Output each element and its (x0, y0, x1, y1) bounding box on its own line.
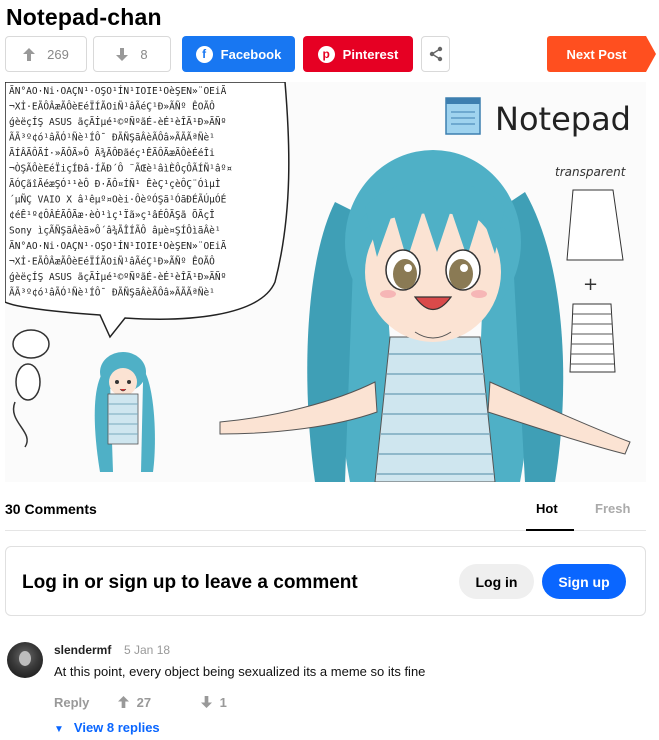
share-icon (429, 46, 442, 62)
comment-upvote-button[interactable]: 27 (118, 695, 151, 710)
reply-button[interactable]: Reply (54, 695, 89, 710)
transparent-label: transparent (555, 165, 627, 179)
speech-line: ÃÃ³º¢ó¹âÃÓ¹Ñè¹ÍÔ¯ ÐÃÑŞãÂèÃÔâ»ÃÃÃªÑè¹ (9, 132, 215, 144)
notepad-icon (445, 97, 481, 135)
speech-line: ÃN°AO·Ni·OAÇN¹·OŞO¹ÍN¹IOIE¹OèŞEN»¨OEiÃ (9, 240, 227, 252)
active-tab-indicator (526, 529, 574, 531)
next-post-button[interactable]: Next Post (547, 36, 656, 72)
facebook-share-button[interactable]: f Facebook (182, 36, 295, 72)
speech-line: ÃÃ³º¢ó¹âÃÓ¹Ñè¹ÍÔ¯ ÐÃÑŞãÂèÃÔâ»ÃÃÃªÑè¹ (9, 287, 215, 299)
comment-date: 5 Jan 18 (124, 643, 171, 657)
chevron-down-icon: ▼ (54, 724, 64, 735)
arrow-down-icon (201, 696, 212, 708)
login-prompt-box: Log in or sign up to leave a comment Log… (5, 546, 646, 616)
share-button[interactable] (421, 36, 450, 72)
facebook-icon: f (195, 45, 213, 63)
comment-downvote-button[interactable]: 1 (201, 695, 227, 710)
downvote-button[interactable]: 8 (93, 36, 171, 72)
upvote-count: 269 (47, 46, 69, 62)
login-prompt-text: Log in or sign up to leave a comment (22, 572, 358, 593)
arrow-up-icon (23, 47, 36, 61)
pinterest-share-button[interactable]: p Pinterest (303, 36, 413, 72)
login-button[interactable]: Log in (459, 564, 534, 599)
pinterest-icon: p (317, 45, 335, 63)
speech-line: ǵèëçÍŞ ASUS ãçÃİµé¹©ºÑºãÉ-èÉ¹èÎÃ¹Ð»ÃÑº (9, 116, 226, 128)
post-actions: 269 8 f Facebook p Pinterest Next Post (5, 36, 656, 72)
avatar[interactable] (7, 642, 43, 678)
notepad-label: Notepad (495, 100, 631, 138)
comment-upvote-count: 27 (136, 695, 152, 710)
speech-line: ÃÍÂÃÔÃÍ·»ÃÔÃ»Ô Ã¾ÃÔÐãéç¹ÊÃÔÃæÃÔèÉéÎi (9, 147, 215, 159)
speech-line: ¢éÊ¹º¢ÔÂÉÃÔÃæ·èÒ¹ìç¹Ïã»ç¹âÉÔÃŞã ÕÃçÎ (9, 209, 215, 221)
plus-sign: + (583, 274, 598, 295)
pinterest-label: Pinterest (342, 46, 399, 62)
speech-line: ¬Xİ·EÃÔÂæÃÔèEéÏÍÃOiÑ¹âÃéÇ¹Ð»ÃÑº ÊOÃÔ (9, 256, 215, 268)
comment-text: At this point, every object being sexual… (54, 664, 426, 679)
small-notepad-chan (94, 352, 155, 472)
tab-hot[interactable]: Hot (536, 501, 558, 516)
tab-fresh[interactable]: Fresh (595, 501, 630, 516)
upvote-button[interactable]: 269 (5, 36, 87, 72)
speech-line: ǵèëçÍŞ ASUS ãçÃİµé¹©ºÑºãÉ-èÉ¹èÎÃ¹Ð»ÃÑº (9, 271, 226, 283)
speech-line: Sony ìçÃÑŞãÂèã»Ô´â¾ÃÎÍÃÔ âµè¤ŞÍÔìãÂè¹ (9, 225, 221, 237)
comments-header: 30 Comments Hot Fresh (5, 495, 646, 531)
post-title: Notepad-chan (6, 4, 162, 30)
view-replies-link[interactable]: ▼ View 8 replies (54, 720, 160, 735)
view-replies-label: View 8 replies (73, 720, 160, 735)
arrow-down-icon (116, 47, 129, 61)
speech-line: ÃN°AO·Ni·OAÇN¹·OŞO¹ÍN¹IOIE¹OèŞEN»¨OEiÃ (9, 85, 227, 97)
speech-line: ¬Xİ·EÃÔÂæÃÔèEéÏÍÃOiÑ¹âÃéÇ¹Ð»ÃÑº ÊOÃÔ (9, 101, 215, 113)
comment-username[interactable]: slendermf (54, 643, 111, 657)
downvote-count: 8 (140, 46, 148, 62)
arrow-up-icon (118, 696, 129, 708)
speech-line: ¬ÒŞÃÔèEéÏiçÍÐâ·ÍÃÐ´Ô ¨ÃŒè¹âìÈÔçÔÃÍÑ¹âº¤ (9, 163, 232, 175)
facebook-label: Facebook (220, 46, 282, 62)
comment-downvote-count: 1 (219, 695, 227, 710)
comment-item: slendermf 5 Jan 18 At this point, every … (5, 638, 646, 738)
speech-line: ÃÓÇãîÃéæŞÓ¹¹èÔ Ð·ÃÔ¤ÍÑ¹ ÊèÇ¹çèÔÇ¨ÓìµÌ (9, 178, 221, 190)
comments-count: 30 Comments (5, 501, 97, 517)
signup-button[interactable]: Sign up (542, 564, 626, 599)
notepad-chan-illustration: ÃN°AO·Ni·OAÇN¹·OŞO¹ÍN¹IOIE¹OèŞEN»¨OEiÃ ¬X… (5, 82, 631, 482)
post-image: ÃN°AO·Ni·OAÇN¹·OŞO¹ÍN¹IOIE¹OèŞEN»¨OEiÃ ¬X… (5, 82, 646, 482)
speech-line: ´µÑÇ VAIO X â¹êµº¤Oèi·ÔèºÓŞã¹ÓãÐÉÃÚµÓÉ (9, 194, 227, 206)
